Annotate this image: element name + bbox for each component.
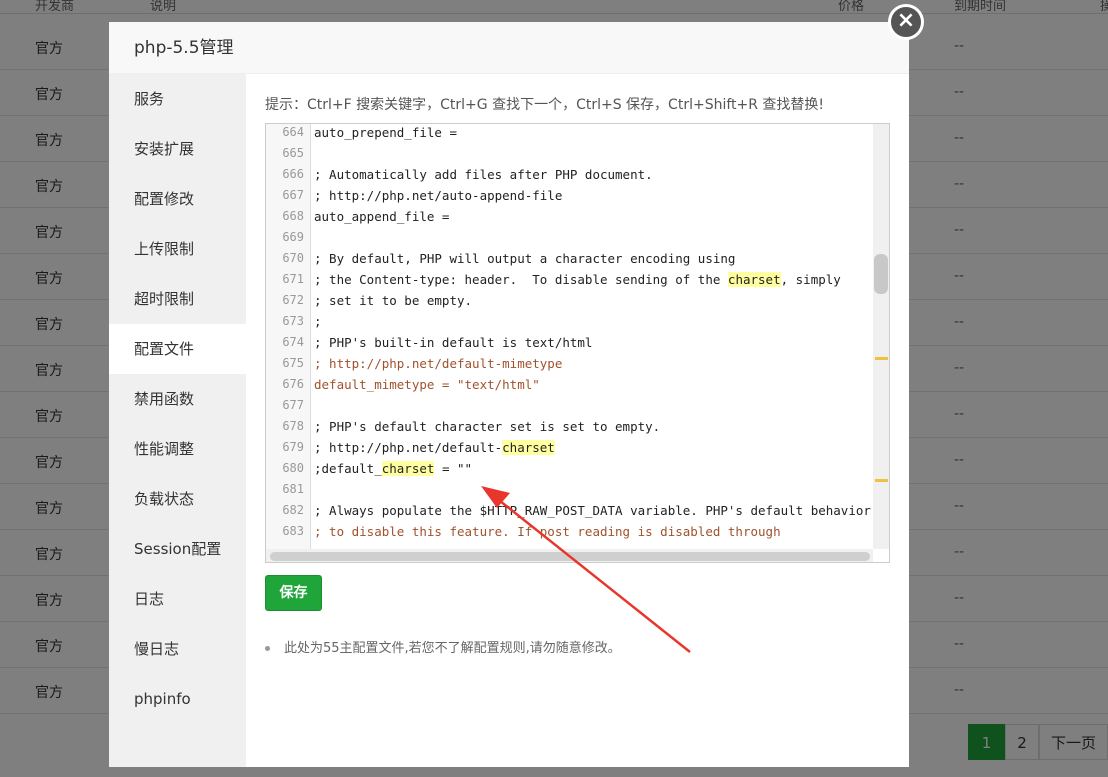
vertical-scroll-thumb[interactable] xyxy=(874,254,888,294)
code-line: 681 xyxy=(266,479,886,500)
sidebar-item[interactable]: phpinfo xyxy=(109,674,246,724)
sidebar-item[interactable]: 配置修改 xyxy=(109,174,246,224)
line-number: 682 xyxy=(282,503,304,517)
line-number: 668 xyxy=(282,209,304,223)
line-number: 679 xyxy=(282,440,304,454)
code-line: 679 ; http://php.net/default-charset xyxy=(266,437,886,458)
sidebar-item[interactable]: 负载状态 xyxy=(109,474,246,524)
line-code: ; http://php.net/default-mimetype xyxy=(314,356,563,371)
line-number: 681 xyxy=(282,482,304,496)
save-button[interactable]: 保存 xyxy=(265,575,322,611)
code-line: 682 ; Always populate the $HTTP_RAW_POST_… xyxy=(266,500,886,521)
dialog-sidebar: 服务 安装扩展 配置修改 上传限制 超时限制 配置文件 禁用函数 性能调整 负载状态 Sessio… xyxy=(109,74,246,767)
code-line: 678 ; PHP's default character set is set … xyxy=(266,416,886,437)
line-number: 677 xyxy=(282,398,304,412)
line-number: 665 xyxy=(282,146,304,160)
vertical-scrollbar[interactable] xyxy=(873,124,889,549)
code-line: 680 ;default_charset = "" xyxy=(266,458,886,479)
line-number: 667 xyxy=(282,188,304,202)
line-code: auto_append_file = xyxy=(314,209,450,224)
code-line: 669 xyxy=(266,227,886,248)
code-line: 683 ; to disable this feature. If post re… xyxy=(266,521,886,542)
sidebar-item[interactable]: 配置文件 xyxy=(109,324,246,374)
line-code: ; to disable this feature. If post readi… xyxy=(314,524,781,539)
bullet-icon xyxy=(265,646,270,651)
config-note: 此处为55主配置文件,若您不了解配置规则,请勿随意修改。 xyxy=(265,637,621,656)
line-code: ; By default, PHP will output a characte… xyxy=(314,251,736,266)
code-line: 664 auto_prepend_file = xyxy=(266,124,886,143)
line-number: 674 xyxy=(282,335,304,349)
sidebar-item[interactable]: 禁用函数 xyxy=(109,374,246,424)
sidebar-item[interactable]: Session配置 xyxy=(109,524,246,574)
line-number: 675 xyxy=(282,356,304,370)
line-number: 678 xyxy=(282,419,304,433)
line-code: ; http://php.net/default-charset xyxy=(314,440,555,455)
dialog-title: php-5.5管理 xyxy=(109,22,909,74)
sidebar-item[interactable]: 上传限制 xyxy=(109,224,246,274)
line-number: 671 xyxy=(282,272,304,286)
code-line: 668 auto_append_file = xyxy=(266,206,886,227)
sidebar-item[interactable]: 服务 xyxy=(109,74,246,124)
line-number: 680 xyxy=(282,461,304,475)
code-editor[interactable]: 664 auto_prepend_file = 665 666 ; Automatica… xyxy=(265,123,890,563)
close-icon[interactable]: × xyxy=(888,4,924,40)
line-number: 672 xyxy=(282,293,304,307)
config-file-panel: 提示：Ctrl+F 搜索关键字，Ctrl+G 查找下一个，Ctrl+S 保存，C… xyxy=(246,74,909,767)
line-code: ; PHP's built-in default is text/html xyxy=(314,335,593,350)
sidebar-item[interactable]: 慢日志 xyxy=(109,624,246,674)
line-number: 676 xyxy=(282,377,304,391)
php-manager-dialog: php-5.5管理 服务 安装扩展 配置修改 上传限制 超时限制 配置文件 禁用函数 性能调整… xyxy=(109,22,909,767)
shortcut-tip: 提示：Ctrl+F 搜索关键字，Ctrl+G 查找下一个，Ctrl+S 保存，C… xyxy=(265,97,825,113)
line-number: 673 xyxy=(282,314,304,328)
code-line: 674 ; PHP's built-in default is text/html xyxy=(266,332,886,353)
line-code: ;default_charset = "" xyxy=(314,461,473,476)
code-line: 666 ; Automatically add files after PHP d… xyxy=(266,164,886,185)
code-line: 677 xyxy=(266,395,886,416)
sidebar-item[interactable]: 超时限制 xyxy=(109,274,246,324)
code-line: 676 default_mimetype = "text/html" xyxy=(266,374,886,395)
line-number: 669 xyxy=(282,230,304,244)
horizontal-scroll-thumb[interactable] xyxy=(270,552,870,561)
line-code: ; the Content-type: header. To disable s… xyxy=(314,272,841,287)
line-code: ; xyxy=(314,314,322,329)
line-code: auto_prepend_file = xyxy=(314,125,457,140)
code-line: 672 ; set it to be empty. xyxy=(266,290,886,311)
note-text: 此处为55主配置文件,若您不了解配置规则,请勿随意修改。 xyxy=(284,641,621,656)
line-number: 670 xyxy=(282,251,304,265)
code-line: 670 ; By default, PHP will output a chara… xyxy=(266,248,886,269)
sidebar-item[interactable]: 日志 xyxy=(109,574,246,624)
code-line: 671 ; the Content-type: header. To disabl… xyxy=(266,269,886,290)
code-line: 673; xyxy=(266,311,886,332)
line-code: default_mimetype = "text/html" xyxy=(314,377,540,392)
line-code: ; Automatically add files after PHP docu… xyxy=(314,167,653,182)
search-match-marker xyxy=(875,357,888,360)
line-code: ; set it to be empty. xyxy=(314,293,473,308)
sidebar-item[interactable]: 性能调整 xyxy=(109,424,246,474)
code-line: 667 ; http://php.net/auto-append-file xyxy=(266,185,886,206)
line-number: 683 xyxy=(282,524,304,538)
line-number: 666 xyxy=(282,167,304,181)
line-number: 664 xyxy=(282,125,304,139)
line-code: ; PHP's default character set is set to … xyxy=(314,419,661,434)
line-code: ; Always populate the $HTTP_RAW_POST_DAT… xyxy=(314,503,871,518)
sidebar-item[interactable]: 安装扩展 xyxy=(109,124,246,174)
code-line: 665 xyxy=(266,143,886,164)
code-line: 675 ; http://php.net/default-mimetype xyxy=(266,353,886,374)
search-match-marker xyxy=(875,479,888,482)
line-code: ; http://php.net/auto-append-file xyxy=(314,188,563,203)
